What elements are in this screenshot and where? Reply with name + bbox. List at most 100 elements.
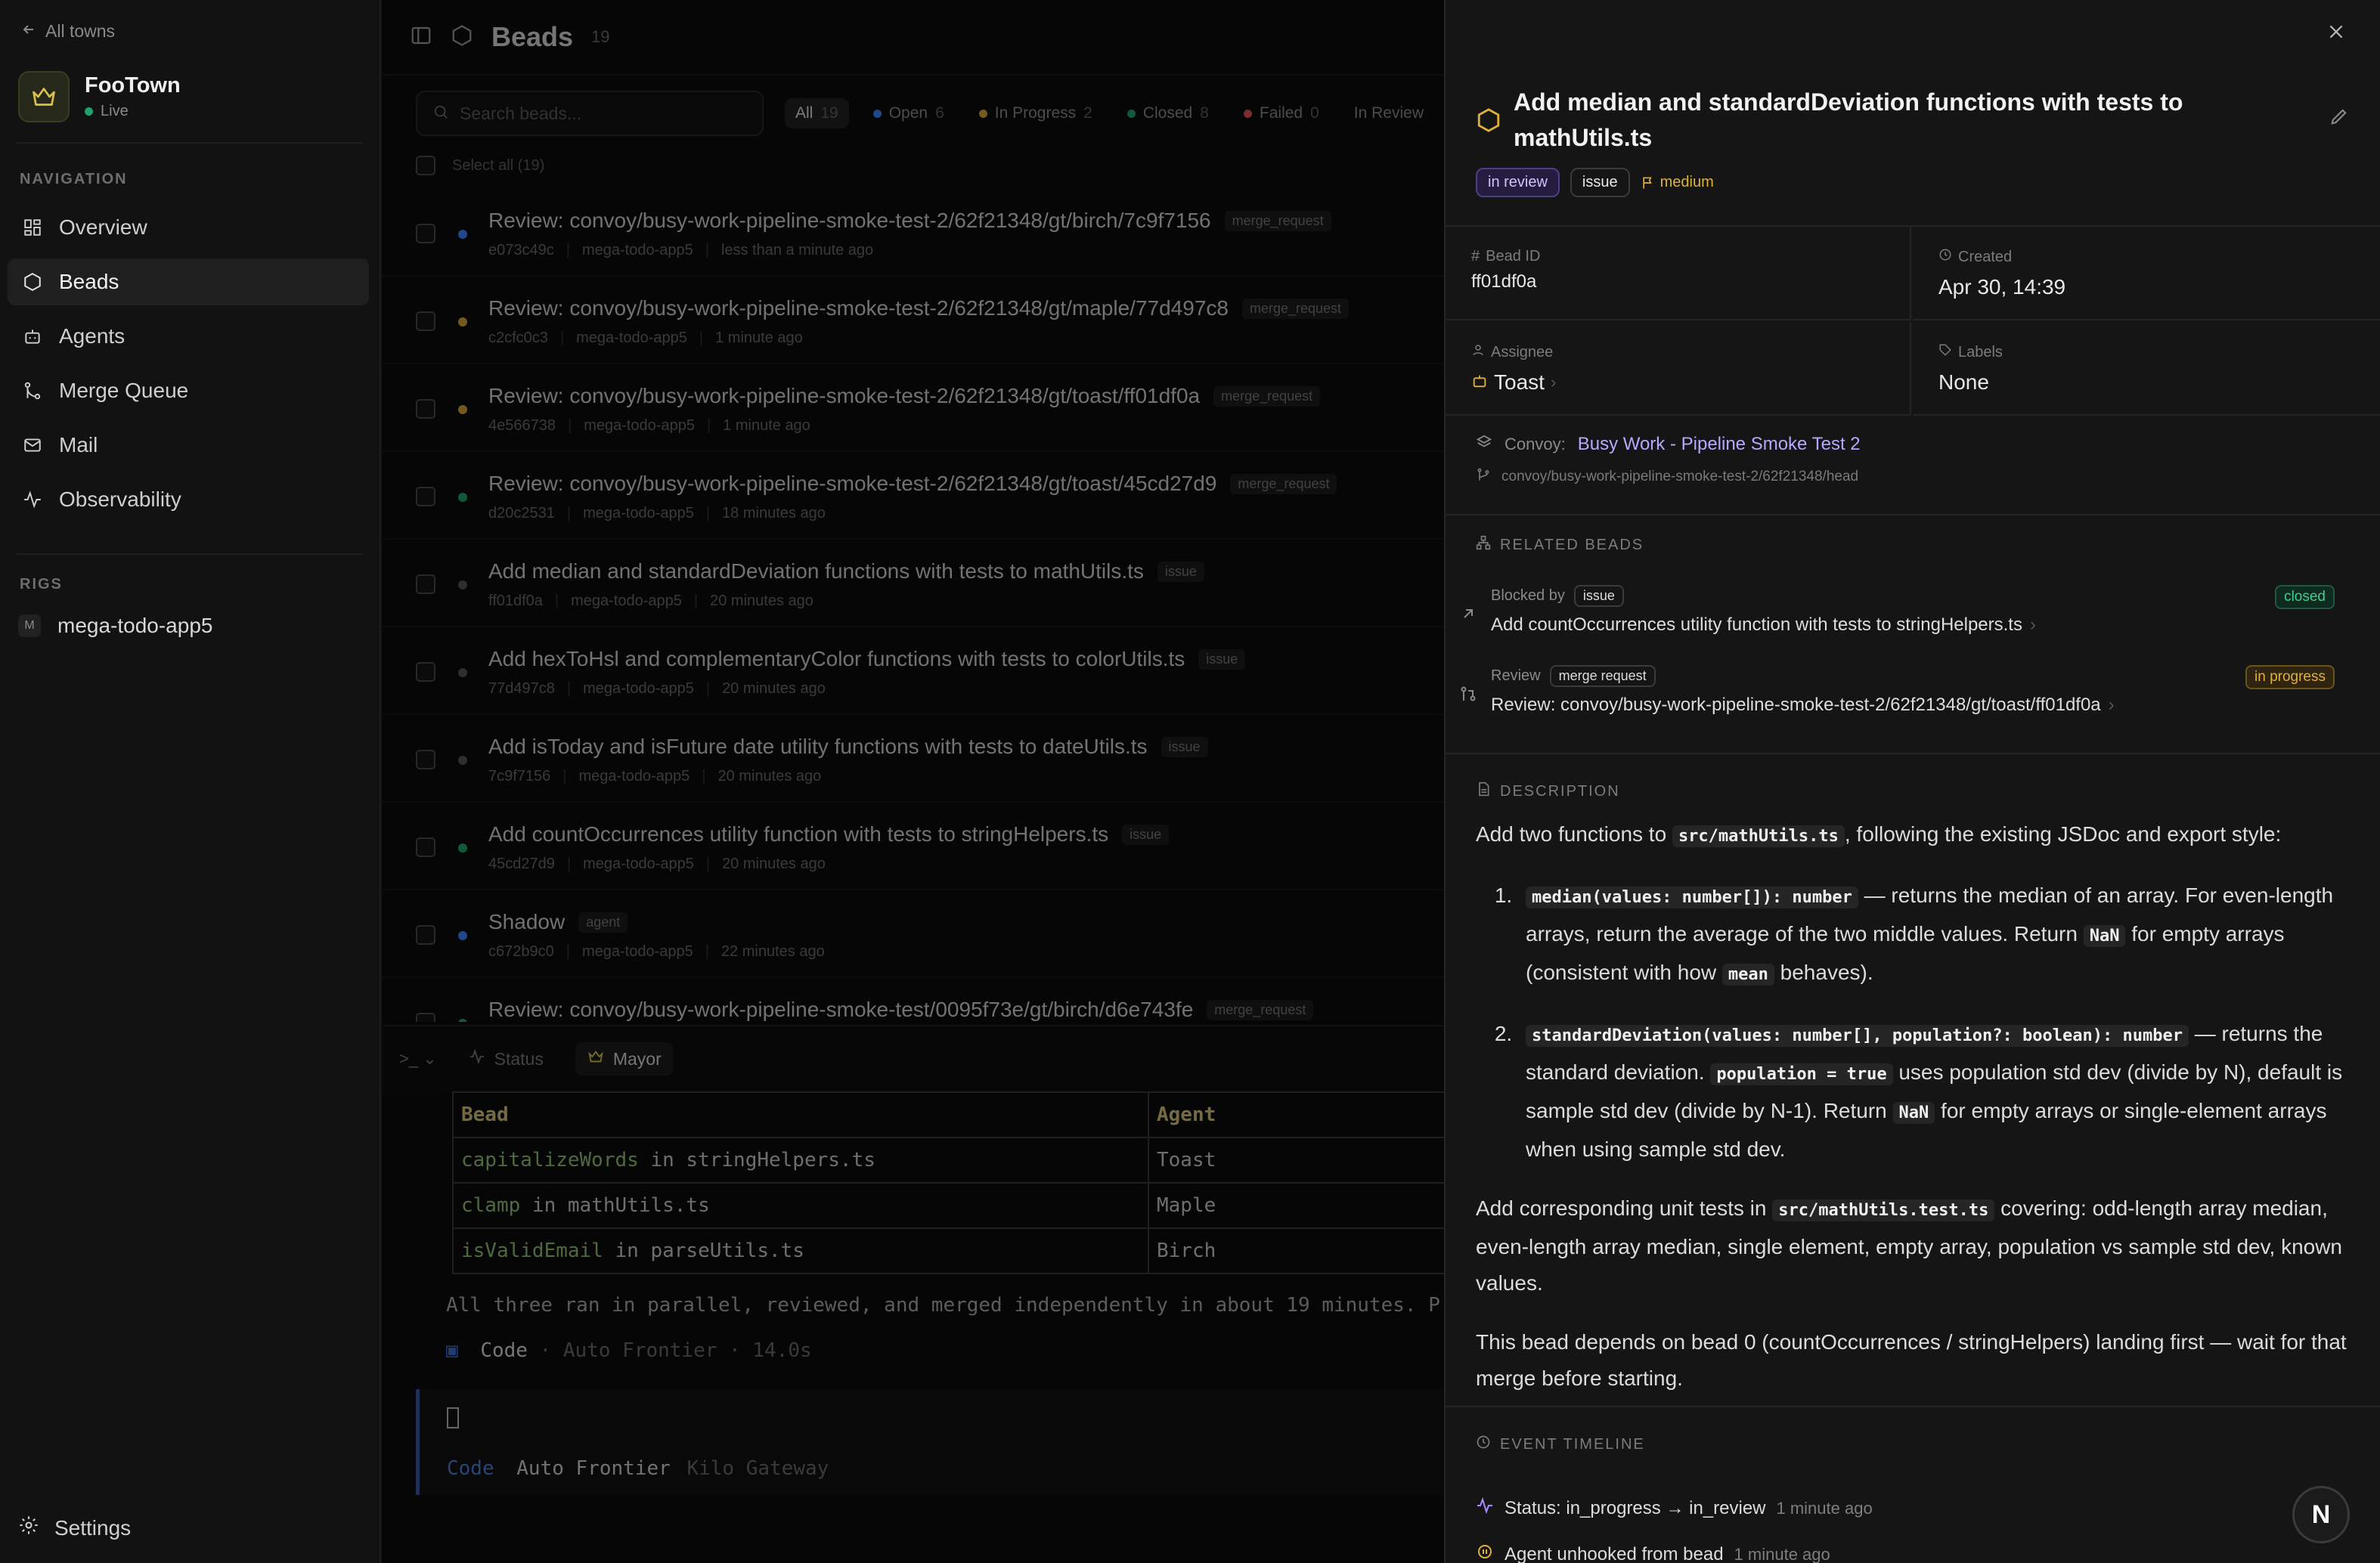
row-checkbox[interactable] <box>416 837 435 857</box>
table-row[interactable]: Review: convoy/busy-work-pipeline-smoke-… <box>383 189 1444 277</box>
table-row[interactable]: Add countOccurrences utility function wi… <box>383 803 1444 890</box>
description-paragraph: Add corresponding unit tests in src/math… <box>1476 1196 2343 1295</box>
sidebar: All towns FooTown Live NAVIGATION Overvi… <box>0 0 381 1563</box>
settings-button[interactable]: Settings <box>18 1515 131 1541</box>
rigs-section-label: RIGS <box>20 576 63 593</box>
sidebar-item-agents[interactable]: Agents <box>8 313 369 360</box>
crown-icon <box>18 71 70 122</box>
terminal-tabs: >_ ⌄ Status Mayor <box>383 1025 1444 1091</box>
sidebar-item-overview[interactable]: Overview <box>8 204 369 251</box>
edit-button[interactable] <box>2329 106 2350 131</box>
close-icon <box>2326 22 2346 45</box>
table-row[interactable]: Add isToday and isFuture date utility fu… <box>383 715 1444 803</box>
sidebar-item-mail[interactable]: Mail <box>8 422 369 469</box>
row-time: 20 minutes ago <box>722 856 826 872</box>
status-dot-icon <box>458 668 467 677</box>
row-rig: mega-todo-app5 <box>576 330 687 346</box>
table-row[interactable]: Add hexToHsl and complementaryColor func… <box>383 627 1444 715</box>
relation-title: Review: convoy/busy-work-pipeline-smoke-… <box>1491 695 2101 715</box>
row-checkbox[interactable] <box>416 925 435 945</box>
row-tag: agent <box>578 911 628 933</box>
tab-mayor[interactable]: Mayor <box>575 1042 674 1076</box>
terminal-input[interactable]: Code Auto Frontier Kilo Gateway <box>416 1389 1444 1495</box>
status-dot-icon <box>1126 109 1136 118</box>
bead-badges: in review issue medium <box>1476 168 1725 197</box>
description-paragraph: This bead depends on bead 0 (countOccurr… <box>1476 1330 2347 1390</box>
type-badge: issue <box>1570 168 1630 197</box>
bot-icon <box>21 325 44 348</box>
sidebar-item-beads[interactable]: Beads <box>8 258 369 305</box>
table-row[interactable]: Review: convoy/busy-work-pipeline-smoke-… <box>383 978 1444 1022</box>
filter-failed[interactable]: Failed 0 <box>1233 98 1330 128</box>
sidebar-item-merge-queue[interactable]: Merge Queue <box>8 367 369 414</box>
town-status: Live <box>85 103 181 120</box>
sidebar-item-label: Overview <box>59 215 147 239</box>
row-title: Review: convoy/busy-work-pipeline-smoke-… <box>488 209 1211 232</box>
row-title: Add isToday and isFuture date utility fu… <box>488 735 1148 758</box>
relation-title: Add countOccurrences utility function wi… <box>1491 614 2022 635</box>
table-row: clamp in mathUtils.ts Maple <box>452 1182 1511 1229</box>
table-row[interactable]: Review: convoy/busy-work-pipeline-smoke-… <box>383 452 1444 540</box>
sidebar-item-rig[interactable]: M mega-todo-app5 <box>18 614 212 638</box>
terminal-code-line: ▣ Code · Auto Frontier · 14.0s <box>446 1339 812 1362</box>
input-footer: Code Auto Frontier Kilo Gateway <box>447 1457 829 1480</box>
terminal-summary: All three ran in parallel, reviewed, and… <box>446 1294 1440 1317</box>
select-all-checkbox[interactable] <box>416 156 435 175</box>
tab-label: Status <box>494 1048 544 1069</box>
row-checkbox[interactable] <box>416 750 435 769</box>
labels-cell: Labels None <box>1913 322 2380 416</box>
town-name: FooTown <box>85 73 181 97</box>
status-dot-icon <box>458 1019 467 1022</box>
table-row[interactable]: Review: convoy/busy-work-pipeline-smoke-… <box>383 277 1444 364</box>
function-name: clamp <box>461 1194 521 1217</box>
status-dot-icon <box>458 843 467 853</box>
filter-in-review[interactable]: In Review <box>1343 98 1434 128</box>
row-checkbox[interactable] <box>416 311 435 331</box>
sidebar-item-observability[interactable]: Observability <box>8 476 369 523</box>
table-row[interactable]: Review: convoy/busy-work-pipeline-smoke-… <box>383 364 1444 452</box>
related-bead-blocked-by[interactable]: Blocked by issue Add countOccurrences uti… <box>1464 585 2335 636</box>
row-title: Review: convoy/busy-work-pipeline-smoke-… <box>488 296 1229 320</box>
next-logo-button[interactable]: N <box>2292 1486 2350 1543</box>
select-all[interactable]: Select all (19) <box>416 156 544 175</box>
filter-closed[interactable]: Closed 8 <box>1117 98 1219 128</box>
description-title: DESCRIPTION <box>1500 782 1620 800</box>
model-label[interactable]: Auto Frontier <box>516 1457 671 1480</box>
row-checkbox[interactable] <box>416 574 435 594</box>
row-id: ff01df0a <box>488 593 543 609</box>
assignee-link[interactable]: Toast › <box>1471 370 1910 395</box>
filter-in-progress[interactable]: In Progress 2 <box>968 98 1103 128</box>
row-tag: merge_request <box>1224 210 1331 231</box>
table-row[interactable]: Shadow agent c672b9c0 | mega-todo-app5 | 22 mi… <box>383 890 1444 978</box>
convoy-link[interactable]: Busy Work - Pipeline Smoke Test 2 <box>1578 434 1861 455</box>
row-checkbox[interactable] <box>416 662 435 682</box>
town-header[interactable]: FooTown Live <box>18 71 181 122</box>
labels-label: Labels <box>1958 343 2003 361</box>
row-checkbox[interactable] <box>416 1013 435 1022</box>
related-title: RELATED BEADS <box>1500 536 1644 553</box>
row-checkbox[interactable] <box>416 399 435 419</box>
row-checkbox[interactable] <box>416 224 435 243</box>
status-dot-icon <box>458 756 467 765</box>
filter-open[interactable]: Open 6 <box>863 98 955 128</box>
status-badge: closed <box>2275 585 2335 609</box>
bead-id-label: Bead ID <box>1486 248 1541 265</box>
relation-type-badge: merge request <box>1549 665 1656 687</box>
sidebar-toggle-icon[interactable] <box>410 24 432 51</box>
tab-status[interactable]: Status <box>457 1042 556 1076</box>
bead-detail-panel: Add median and standardDeviation functio… <box>1444 0 2380 1563</box>
back-to-towns-link[interactable]: All towns <box>21 21 115 42</box>
git-branch-icon <box>1476 467 1491 487</box>
labels-value: None <box>1938 370 1989 394</box>
status-dot-icon <box>978 109 987 118</box>
table-row: capitalizeWords in stringHelpers.ts Toast <box>452 1137 1511 1184</box>
terminal-icon[interactable]: >_ ⌄ <box>399 1049 437 1069</box>
file-text: in parseUtils.ts <box>603 1240 804 1262</box>
search-input[interactable] <box>460 103 747 124</box>
related-bead-review[interactable]: Review merge request Review: convoy/busy-… <box>1461 665 2335 716</box>
row-checkbox[interactable] <box>416 487 435 506</box>
table-row[interactable]: Add median and standardDeviation functio… <box>383 540 1444 627</box>
bead-id-cell: # Bead ID ff01df0a <box>1446 227 1911 320</box>
close-button[interactable] <box>2321 18 2351 48</box>
filter-all[interactable]: All 19 <box>785 98 849 128</box>
